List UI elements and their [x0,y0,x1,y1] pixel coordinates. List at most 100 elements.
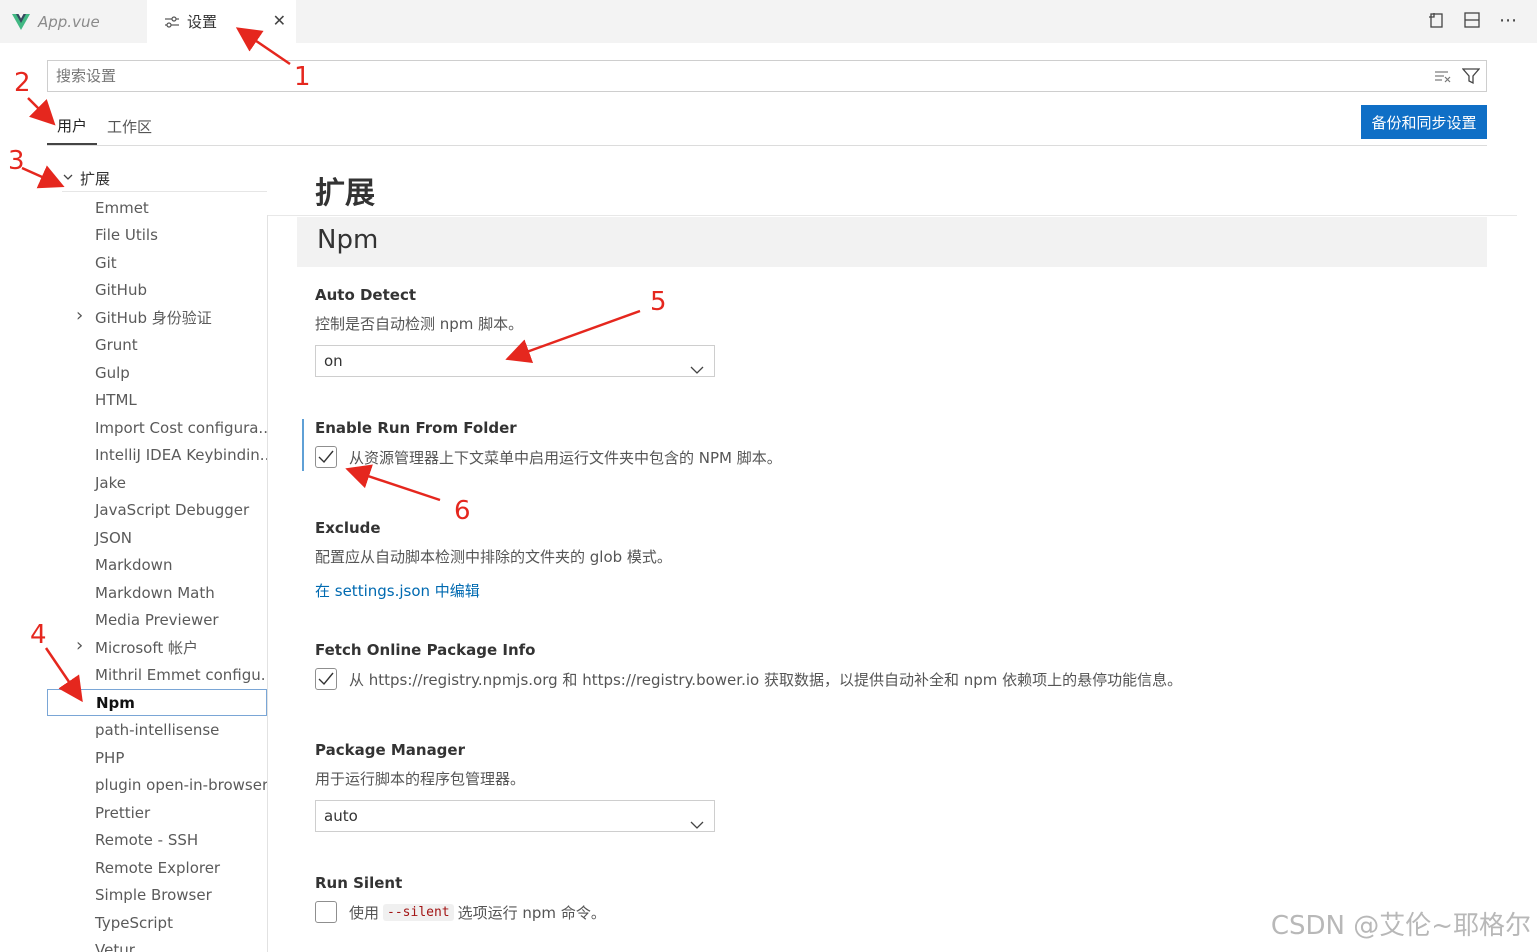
subsection-title: Npm [317,225,379,255]
toc-item-label: Simple Browser [95,886,212,904]
settings-toc: 扩展 Emmet File Utils Git GitHub › GitHub 身份验证 G… [0,160,268,952]
modified-indicator [302,419,304,471]
toc-item-label: Markdown [95,556,173,574]
chevron-down-icon [690,810,704,840]
run-silent-checkbox[interactable] [315,901,337,923]
toc-item-label: PHP [95,748,125,767]
toc-item-label: Emmet [95,198,149,217]
backup-sync-button[interactable]: 备份和同步设置 [1361,105,1487,139]
tab-workspace[interactable]: 工作区 [97,108,162,145]
toc-item-label: Grunt [95,336,138,354]
clear-filter-icon[interactable] [1434,66,1452,86]
toc-item[interactable]: JSON [47,524,267,551]
toc-item[interactable]: Gulp [47,359,267,386]
toc-item[interactable]: Import Cost configura... [47,414,267,441]
edit-in-settings-json-link[interactable]: 在 settings.json 中编辑 [315,579,672,603]
toc-item[interactable]: GitHub [47,277,267,304]
toc-item[interactable]: path-intellisense [47,717,267,744]
toc-item[interactable]: Markdown Math [47,579,267,606]
toc-item[interactable]: TypeScript [47,909,267,936]
divider [47,145,1487,146]
toc-item[interactable]: Simple Browser [47,882,267,909]
toc-divider [267,215,268,952]
section-title: 扩展 [315,176,375,211]
tab-settings[interactable]: 设置 ✕ [147,0,296,43]
subsection-header: Npm [297,217,1487,267]
toc-item-label: IntelliJ IDEA Keybindin... [95,446,267,464]
annotation-label: 5 [650,287,667,317]
toc-item[interactable]: Media Previewer [47,607,267,634]
toc-item-label: Git [95,253,117,272]
toc-item-label: GitHub [95,281,147,299]
select-value: on [324,352,343,370]
toc-item-label: Mithril Emmet configu... [95,666,267,684]
tab-label: 设置 [187,13,218,31]
annotation-label: 1 [294,62,311,92]
toc-item[interactable]: File Utils [47,222,267,249]
toc-item[interactable]: Vetur [47,937,267,952]
split-editor-icon[interactable] [1461,9,1483,31]
toc-item[interactable]: HTML [47,387,267,414]
filter-icon[interactable] [1462,66,1480,86]
toc-item[interactable]: Grunt [47,332,267,359]
toc-item[interactable]: JavaScript Debugger [47,497,267,524]
open-json-icon[interactable] [1425,9,1447,31]
toc-item[interactable]: Npm [47,689,267,716]
setting-description-before: 使用 [349,903,380,922]
toc-item-label: Markdown Math [95,583,215,602]
setting-description-after: 选项运行 npm 命令。 [457,903,606,922]
run-from-folder-checkbox[interactable] [315,446,337,468]
fetch-online-checkbox[interactable] [315,668,337,690]
tab-app-vue[interactable]: App.vue [0,0,147,43]
toc-item[interactable]: PHP [47,744,267,771]
annotation-label: 2 [14,68,31,98]
setting-description: 用于运行脚本的程序包管理器。 [315,770,526,788]
setting-title: Package Manager [315,741,465,759]
toc-item-label: Media Previewer [95,611,219,629]
toc-item-label: File Utils [95,226,158,244]
toc-item[interactable]: Emmet [47,194,267,221]
setting-exclude: Exclude 配置应从自动脚本检测中排除的文件夹的 glob 模式。 在 se… [315,517,672,603]
toc-item[interactable]: › Microsoft 帐户 [47,634,267,661]
divider [268,215,1517,216]
toc-item[interactable]: IntelliJ IDEA Keybindin... [47,442,267,469]
inline-code: --silent [383,903,454,921]
setting-description: 配置应从自动脚本检测中排除的文件夹的 glob 模式。 [315,548,672,566]
toc-item[interactable]: Remote Explorer [47,854,267,881]
toc-item[interactable]: › GitHub 身份验证 [47,304,267,331]
toc-item[interactable]: plugin open-in-browser [47,772,267,799]
toc-item[interactable]: Markdown [47,552,267,579]
auto-detect-select[interactable]: on [315,345,715,377]
setting-description: 从资源管理器上下文菜单中启用运行文件夹中包含的 NPM 脚本。 [349,448,782,467]
setting-title: Enable Run From Folder [315,419,517,437]
toc-item[interactable]: Prettier [47,799,267,826]
chevron-right-icon: › [76,305,84,326]
setting-run-silent: Run Silent 使用 --silent 选项运行 npm 命令。 [315,872,606,923]
toc-group-extensions[interactable]: 扩展 [62,166,110,190]
toc-item-label: plugin open-in-browser [95,776,267,794]
toc-item[interactable]: Git [47,249,267,276]
annotation-label: 3 [8,146,25,176]
setting-package-manager: Package Manager 用于运行脚本的程序包管理器。 auto [315,739,715,832]
toc-item[interactable]: Mithril Emmet configu... [47,662,267,689]
editor-tab-bar: App.vue 设置 ✕ ⋯ [0,0,1537,43]
toc-item-label: HTML [95,391,137,409]
toc-item-label: Prettier [95,803,151,822]
chevron-down-icon [62,169,74,187]
search-input[interactable] [48,61,1408,91]
tab-label: App.vue [38,12,100,31]
tab-user[interactable]: 用户 [47,108,98,145]
setting-title: Run Silent [315,874,403,892]
setting-description: 从 https://registry.npmjs.org 和 https://r… [349,670,1183,689]
divider [62,191,267,192]
select-value: auto [324,807,358,825]
more-actions-icon[interactable]: ⋯ [1497,9,1519,31]
toc-item[interactable]: Jake [47,469,267,496]
setting-title: Exclude [315,519,381,537]
toc-item-label: Vetur [95,941,135,952]
setting-run-from-folder: Enable Run From Folder 从资源管理器上下文菜单中启用运行文… [315,417,782,468]
package-manager-select[interactable]: auto [315,800,715,832]
toc-item[interactable]: Remote - SSH [47,827,267,854]
settings-scope-tabs: 用户 工作区 [47,108,162,145]
close-icon[interactable]: ✕ [273,13,286,29]
